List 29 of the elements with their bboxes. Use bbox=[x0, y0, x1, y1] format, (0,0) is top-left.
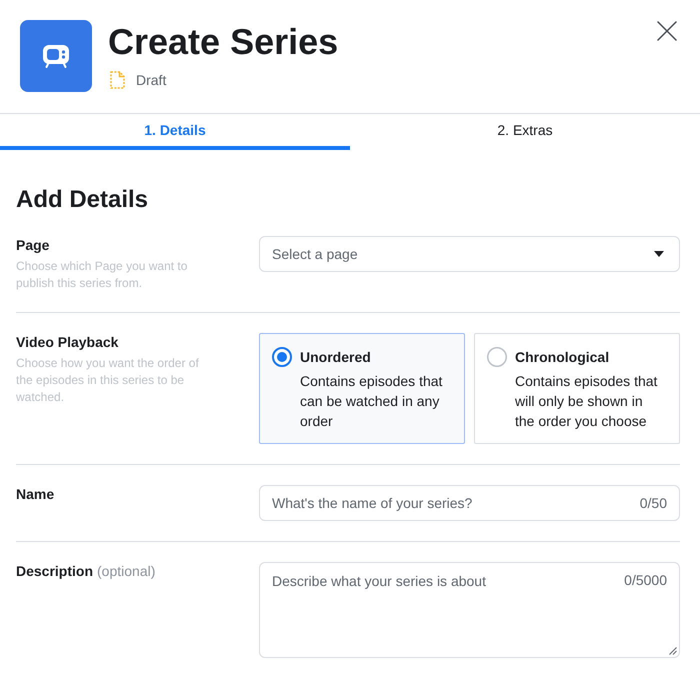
help-text: Choose how you want the order of the episodes in this series to be watched. bbox=[16, 355, 200, 406]
character-counter: 0/5000 bbox=[624, 571, 667, 589]
tab[interactable]: 1. Details bbox=[0, 114, 350, 150]
tv-icon bbox=[20, 20, 92, 92]
field-label: Description bbox=[16, 562, 94, 580]
field-label: Video Playback bbox=[16, 333, 118, 351]
field-label: Name bbox=[16, 485, 54, 503]
caret-icon bbox=[654, 251, 664, 257]
character-counter: 0/50 bbox=[640, 494, 667, 512]
tab[interactable]: 2. Extras bbox=[350, 114, 700, 150]
radio-option-card[interactable]: Chronological Contains episodes that will only be shown in the order you choose bbox=[474, 333, 680, 444]
option-title: Unordered bbox=[300, 348, 372, 367]
optional-hint: (optional) bbox=[97, 562, 156, 580]
close-icon bbox=[657, 21, 677, 41]
status-label: Draft bbox=[136, 71, 166, 89]
option-description: Contains episodes that can be watched in any order bbox=[300, 372, 444, 431]
close-button[interactable] bbox=[657, 21, 677, 41]
option-description: Contains episodes that will only be shown in the order you choose bbox=[515, 372, 658, 431]
radio-button[interactable] bbox=[487, 347, 507, 367]
field-label: Page bbox=[16, 236, 50, 254]
radio-button[interactable] bbox=[272, 347, 292, 367]
option-title: Chronological bbox=[515, 348, 610, 367]
page-select[interactable]: Select a page bbox=[259, 236, 680, 272]
dialog-title: Create Series bbox=[108, 20, 340, 64]
document-icon bbox=[110, 71, 125, 89]
help-text: Choose which Page you want to publish this series from. bbox=[16, 258, 188, 292]
radio-option-card[interactable]: Unordered Contains episodes that can be watched in any order bbox=[259, 333, 465, 444]
section-title: Add Details bbox=[16, 185, 150, 215]
resize-handle-icon[interactable] bbox=[669, 647, 677, 655]
